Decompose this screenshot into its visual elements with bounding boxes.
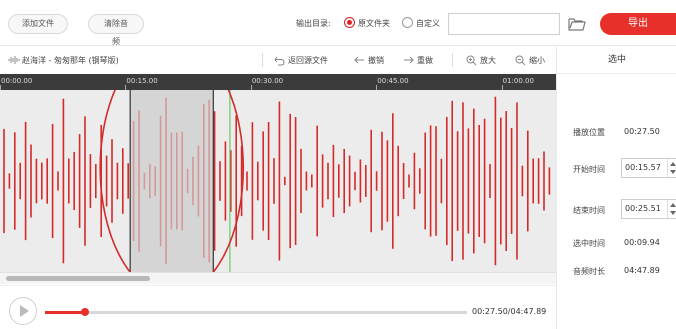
stepper-down-icon[interactable] bbox=[670, 211, 676, 215]
add-file-button[interactable]: 添加文件 bbox=[8, 14, 68, 34]
zoom-in-label: 放大 bbox=[480, 55, 496, 65]
ruler-tick-label: 01:00.00 bbox=[502, 77, 534, 85]
radio-custom-folder-label[interactable]: 自定义 bbox=[416, 18, 440, 29]
selected-duration-value: 00:09.94 bbox=[624, 238, 660, 247]
waveform-canvas[interactable] bbox=[0, 90, 556, 272]
stepper-up-icon[interactable] bbox=[670, 203, 676, 207]
playback-bar: 00:27.50/04:47.89 bbox=[0, 285, 556, 329]
ruler-tick-label: 00:45.00 bbox=[377, 77, 409, 85]
end-time-input[interactable]: 00:25.51 bbox=[621, 199, 676, 219]
radio-original-folder-label[interactable]: 原文件夹 bbox=[358, 18, 390, 29]
toolbar-divider bbox=[452, 53, 453, 67]
radio-custom-folder[interactable] bbox=[402, 17, 413, 28]
track-toolbar: 赵海洋 - 匆匆那年 (钢琴版) 返回源文件 撤销 重做 放大 缩小 bbox=[0, 46, 556, 74]
playback-progress-knob[interactable] bbox=[81, 308, 90, 316]
time-ruler[interactable]: 00:00.00 00:15.00 00:30.00 00:45.00 01:0… bbox=[0, 74, 556, 90]
toolbar-divider bbox=[262, 53, 263, 67]
track-title: 赵海洋 - 匆匆那年 (钢琴版) bbox=[22, 56, 119, 65]
selection-panel: 选中 播放位置 00:27.50 开始时间 00:15.57 结束时间 00:2… bbox=[556, 46, 676, 329]
playback-progress-fill bbox=[45, 311, 86, 314]
play-button[interactable] bbox=[9, 297, 37, 325]
horizontal-scrollbar[interactable] bbox=[0, 272, 556, 284]
clear-audio-button[interactable]: 清除音频 bbox=[88, 14, 144, 46]
ruler-tick-label: 00:15.00 bbox=[126, 77, 158, 85]
undo-icon bbox=[354, 56, 364, 63]
redo-button[interactable]: 重做 bbox=[403, 54, 433, 66]
undo-label: 撤销 bbox=[368, 55, 384, 65]
selection-panel-header: 选中 bbox=[557, 46, 676, 74]
stepper-down-icon[interactable] bbox=[670, 170, 676, 174]
undo-button[interactable]: 撤销 bbox=[354, 54, 384, 66]
play-position-label: 播放位置 bbox=[573, 128, 605, 137]
ruler-tick-label: 00:00.00 bbox=[1, 77, 33, 85]
playback-progress-bar[interactable] bbox=[45, 308, 467, 316]
end-time-label: 结束时间 bbox=[573, 206, 605, 215]
audio-duration-label: 音频时长 bbox=[573, 267, 605, 276]
selected-duration-label: 选中时间 bbox=[573, 239, 605, 248]
redo-label: 重做 bbox=[417, 55, 433, 65]
top-toolbar: 添加文件 清除音频 输出目录: 原文件夹 自定义 导出 bbox=[0, 0, 676, 46]
audio-duration-value: 04:47.89 bbox=[624, 266, 660, 275]
start-time-input[interactable]: 00:15.57 bbox=[621, 158, 676, 178]
redo-icon bbox=[404, 56, 414, 63]
zoom-out-button[interactable]: 缩小 bbox=[515, 54, 545, 66]
play-position-value: 00:27.50 bbox=[624, 127, 660, 136]
start-time-value: 00:15.57 bbox=[625, 163, 661, 172]
zoom-out-icon bbox=[515, 55, 526, 65]
end-time-stepper[interactable] bbox=[667, 200, 676, 218]
output-dir-label: 输出目录: bbox=[296, 19, 331, 28]
zoom-out-label: 缩小 bbox=[529, 55, 545, 65]
zoom-in-button[interactable]: 放大 bbox=[466, 54, 496, 66]
audio-wave-icon bbox=[8, 56, 20, 64]
ruler-tick-label: 00:30.00 bbox=[251, 77, 284, 85]
back-to-source-label: 返回源文件 bbox=[288, 55, 328, 65]
undo-arrow-icon bbox=[274, 56, 285, 65]
playback-time-readout: 00:27.50/04:47.89 bbox=[472, 307, 547, 316]
end-time-value: 00:25.51 bbox=[625, 204, 661, 213]
export-button[interactable]: 导出 bbox=[600, 13, 676, 35]
stepper-up-icon[interactable] bbox=[670, 162, 676, 166]
output-path-input[interactable] bbox=[448, 13, 560, 35]
start-time-stepper[interactable] bbox=[667, 159, 676, 177]
start-time-label: 开始时间 bbox=[573, 165, 605, 174]
back-to-source-button[interactable]: 返回源文件 bbox=[274, 54, 328, 66]
folder-icon[interactable] bbox=[568, 16, 586, 32]
radio-original-folder[interactable] bbox=[344, 17, 355, 28]
waveform-bars bbox=[3, 96, 551, 266]
zoom-in-icon bbox=[466, 55, 477, 65]
scrollbar-thumb[interactable] bbox=[6, 276, 150, 281]
